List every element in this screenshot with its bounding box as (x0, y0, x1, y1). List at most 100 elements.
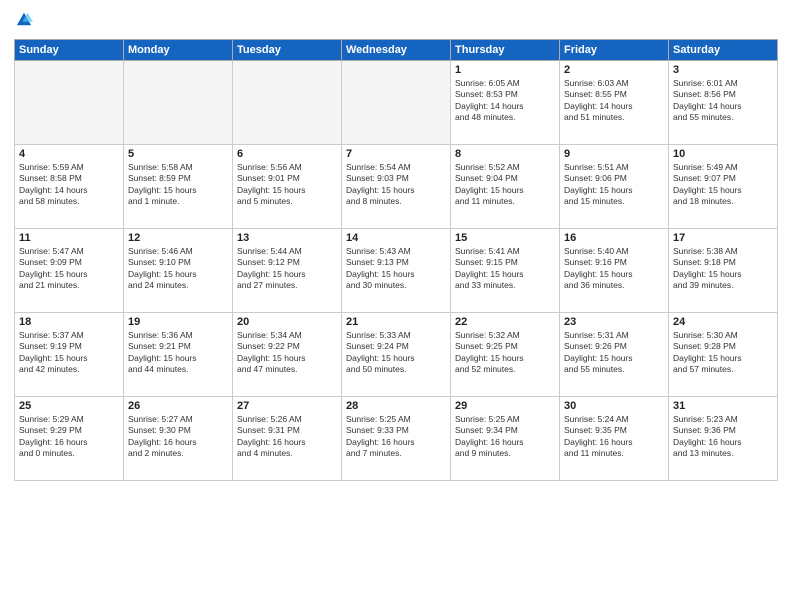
day-number: 28 (346, 400, 446, 412)
calendar-cell: 24 Sunrise: 5:30 AM Sunset: 9:28 PM Dayli… (669, 313, 778, 397)
cell-content: Sunrise: 5:31 AM Sunset: 9:26 PM Dayligh… (564, 330, 664, 376)
calendar-cell: 7 Sunrise: 5:54 AM Sunset: 9:03 PM Daylig… (342, 145, 451, 229)
calendar-cell (124, 61, 233, 145)
week-row-0: 1Sunrise: 6:05 AM Sunset: 8:53 PM Daylig… (15, 61, 778, 145)
calendar-cell: 9Sunrise: 5:51 AM Sunset: 9:06 PM Daylig… (560, 145, 669, 229)
cell-content: Sunrise: 5:27 AM Sunset: 9:30 PM Dayligh… (128, 414, 228, 460)
calendar-cell: 29 Sunrise: 5:25 AM Sunset: 9:34 PM Dayli… (451, 397, 560, 481)
week-row-2: 11 Sunrise: 5:47 AM Sunset: 9:09 PM Dayli… (15, 229, 778, 313)
cell-content: Sunrise: 5:44 AM Sunset: 9:12 PM Dayligh… (237, 246, 337, 292)
calendar-cell: 20 Sunrise: 5:34 AM Sunset: 9:22 PM Dayli… (233, 313, 342, 397)
cell-content: Sunrise: 5:54 AM Sunset: 9:03 PM Dayligh… (346, 162, 446, 208)
calendar-cell: 31 Sunrise: 5:23 AM Sunset: 9:36 PM Dayli… (669, 397, 778, 481)
day-number: 14 (346, 232, 446, 244)
day-number: 25 (19, 400, 119, 412)
calendar-cell: 17Sunrise: 5:38 AM Sunset: 9:18 PM Dayli… (669, 229, 778, 313)
cell-content: Sunrise: 5:26 AM Sunset: 9:31 PM Dayligh… (237, 414, 337, 460)
day-number: 31 (673, 400, 773, 412)
day-header-monday: Monday (124, 40, 233, 61)
day-number: 8 (455, 148, 555, 160)
calendar-cell: 28Sunrise: 5:25 AM Sunset: 9:33 PM Dayli… (342, 397, 451, 481)
calendar-cell: 10 Sunrise: 5:49 AM Sunset: 9:07 PM Dayli… (669, 145, 778, 229)
day-number: 24 (673, 316, 773, 328)
day-number: 20 (237, 316, 337, 328)
day-number: 29 (455, 400, 555, 412)
day-header-friday: Friday (560, 40, 669, 61)
cell-content: Sunrise: 5:47 AM Sunset: 9:09 PM Dayligh… (19, 246, 119, 292)
day-number: 30 (564, 400, 664, 412)
day-number: 11 (19, 232, 119, 244)
calendar-cell: 21 Sunrise: 5:33 AM Sunset: 9:24 PM Dayli… (342, 313, 451, 397)
calendar-cell: 18Sunrise: 5:37 AM Sunset: 9:19 PM Dayli… (15, 313, 124, 397)
cell-content: Sunrise: 5:46 AM Sunset: 9:10 PM Dayligh… (128, 246, 228, 292)
day-number: 3 (673, 64, 773, 76)
cell-content: Sunrise: 5:29 AM Sunset: 9:29 PM Dayligh… (19, 414, 119, 460)
day-header-saturday: Saturday (669, 40, 778, 61)
day-number: 4 (19, 148, 119, 160)
calendar-cell: 14 Sunrise: 5:43 AM Sunset: 9:13 PM Dayli… (342, 229, 451, 313)
week-row-4: 25 Sunrise: 5:29 AM Sunset: 9:29 PM Dayli… (15, 397, 778, 481)
cell-content: Sunrise: 5:33 AM Sunset: 9:24 PM Dayligh… (346, 330, 446, 376)
cell-content: Sunrise: 5:52 AM Sunset: 9:04 PM Dayligh… (455, 162, 555, 208)
cell-content: Sunrise: 5:43 AM Sunset: 9:13 PM Dayligh… (346, 246, 446, 292)
day-number: 18 (19, 316, 119, 328)
cell-content: Sunrise: 5:25 AM Sunset: 9:34 PM Dayligh… (455, 414, 555, 460)
calendar-cell: 1Sunrise: 6:05 AM Sunset: 8:53 PM Daylig… (451, 61, 560, 145)
cell-content: Sunrise: 5:34 AM Sunset: 9:22 PM Dayligh… (237, 330, 337, 376)
day-number: 26 (128, 400, 228, 412)
day-number: 5 (128, 148, 228, 160)
cell-content: Sunrise: 5:41 AM Sunset: 9:15 PM Dayligh… (455, 246, 555, 292)
logo (14, 10, 33, 33)
calendar-cell: 15Sunrise: 5:41 AM Sunset: 9:15 PM Dayli… (451, 229, 560, 313)
calendar-cell: 27 Sunrise: 5:26 AM Sunset: 9:31 PM Dayli… (233, 397, 342, 481)
calendar-cell: 25 Sunrise: 5:29 AM Sunset: 9:29 PM Dayli… (15, 397, 124, 481)
header (14, 10, 778, 33)
calendar-cell: 5 Sunrise: 5:58 AM Sunset: 8:59 PM Daylig… (124, 145, 233, 229)
cell-content: Sunrise: 5:23 AM Sunset: 9:36 PM Dayligh… (673, 414, 773, 460)
cell-content: Sunrise: 5:58 AM Sunset: 8:59 PM Dayligh… (128, 162, 228, 208)
cell-content: Sunrise: 5:49 AM Sunset: 9:07 PM Dayligh… (673, 162, 773, 208)
calendar: SundayMondayTuesdayWednesdayThursdayFrid… (14, 39, 778, 481)
calendar-cell: 16 Sunrise: 5:40 AM Sunset: 9:16 PM Dayli… (560, 229, 669, 313)
day-number: 22 (455, 316, 555, 328)
cell-content: Sunrise: 5:56 AM Sunset: 9:01 PM Dayligh… (237, 162, 337, 208)
week-row-3: 18Sunrise: 5:37 AM Sunset: 9:19 PM Dayli… (15, 313, 778, 397)
day-number: 7 (346, 148, 446, 160)
calendar-cell: 8 Sunrise: 5:52 AM Sunset: 9:04 PM Daylig… (451, 145, 560, 229)
day-number: 21 (346, 316, 446, 328)
day-number: 12 (128, 232, 228, 244)
day-number: 16 (564, 232, 664, 244)
day-number: 2 (564, 64, 664, 76)
cell-content: Sunrise: 5:32 AM Sunset: 9:25 PM Dayligh… (455, 330, 555, 376)
cell-content: Sunrise: 5:36 AM Sunset: 9:21 PM Dayligh… (128, 330, 228, 376)
calendar-cell: 26 Sunrise: 5:27 AM Sunset: 9:30 PM Dayli… (124, 397, 233, 481)
cell-content: Sunrise: 5:30 AM Sunset: 9:28 PM Dayligh… (673, 330, 773, 376)
calendar-cell: 19Sunrise: 5:36 AM Sunset: 9:21 PM Dayli… (124, 313, 233, 397)
day-number: 17 (673, 232, 773, 244)
day-number: 27 (237, 400, 337, 412)
calendar-cell (342, 61, 451, 145)
cell-content: Sunrise: 5:24 AM Sunset: 9:35 PM Dayligh… (564, 414, 664, 460)
calendar-cell: 22 Sunrise: 5:32 AM Sunset: 9:25 PM Dayli… (451, 313, 560, 397)
day-number: 6 (237, 148, 337, 160)
calendar-cell (15, 61, 124, 145)
calendar-cell (233, 61, 342, 145)
cell-content: Sunrise: 5:40 AM Sunset: 9:16 PM Dayligh… (564, 246, 664, 292)
week-row-1: 4 Sunrise: 5:59 AM Sunset: 8:58 PM Daylig… (15, 145, 778, 229)
day-number: 10 (673, 148, 773, 160)
calendar-cell: 13Sunrise: 5:44 AM Sunset: 9:12 PM Dayli… (233, 229, 342, 313)
day-header-thursday: Thursday (451, 40, 560, 61)
logo-icon (15, 10, 33, 28)
header-row: SundayMondayTuesdayWednesdayThursdayFrid… (15, 40, 778, 61)
cell-content: Sunrise: 5:59 AM Sunset: 8:58 PM Dayligh… (19, 162, 119, 208)
calendar-cell: 2Sunrise: 6:03 AM Sunset: 8:55 PM Daylig… (560, 61, 669, 145)
day-header-wednesday: Wednesday (342, 40, 451, 61)
day-header-sunday: Sunday (15, 40, 124, 61)
cell-content: Sunrise: 6:01 AM Sunset: 8:56 PM Dayligh… (673, 78, 773, 124)
calendar-cell: 12 Sunrise: 5:46 AM Sunset: 9:10 PM Dayli… (124, 229, 233, 313)
calendar-cell: 3 Sunrise: 6:01 AM Sunset: 8:56 PM Daylig… (669, 61, 778, 145)
calendar-cell: 6 Sunrise: 5:56 AM Sunset: 9:01 PM Daylig… (233, 145, 342, 229)
calendar-cell: 4 Sunrise: 5:59 AM Sunset: 8:58 PM Daylig… (15, 145, 124, 229)
page: SundayMondayTuesdayWednesdayThursdayFrid… (0, 0, 792, 612)
cell-content: Sunrise: 6:05 AM Sunset: 8:53 PM Dayligh… (455, 78, 555, 124)
